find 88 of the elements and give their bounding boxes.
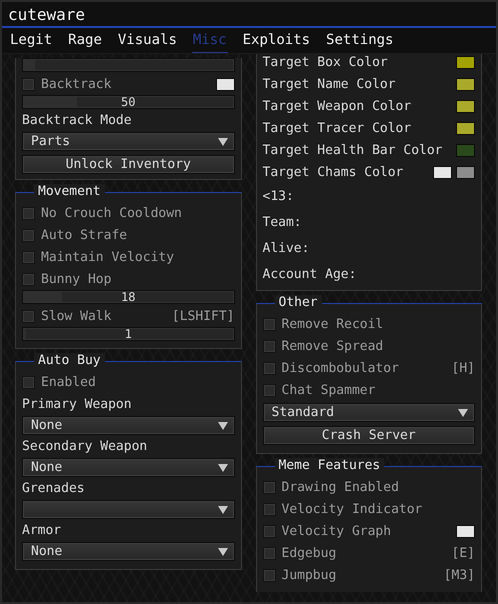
slider[interactable]: 50 xyxy=(22,95,234,109)
tab[interactable]: Settings xyxy=(325,28,394,53)
checkbox-label: Backtrack xyxy=(41,76,112,92)
dropdown[interactable] xyxy=(22,500,234,519)
caret-icon xyxy=(218,548,228,556)
hotkey-label: [H] xyxy=(452,360,475,376)
slider-value: 1 xyxy=(124,328,132,340)
window-title: cuteware xyxy=(8,4,86,24)
color-swatch[interactable] xyxy=(456,144,475,156)
hotkey-label: [E] xyxy=(452,546,475,560)
caret-icon xyxy=(218,506,228,514)
checkbox[interactable] xyxy=(22,272,35,286)
dropdown[interactable]: None xyxy=(22,458,234,477)
group-title: Auto Buy xyxy=(34,353,105,369)
checkbox[interactable] xyxy=(262,524,276,538)
checkbox[interactable] xyxy=(262,318,276,330)
color-swatch[interactable] xyxy=(456,56,475,68)
dropdown[interactable]: Parts xyxy=(22,132,234,151)
tab[interactable]: Visuals xyxy=(116,28,178,53)
caret-icon xyxy=(458,408,468,416)
checkbox[interactable] xyxy=(262,546,276,560)
tab[interactable]: Rage xyxy=(67,28,103,53)
checkbox-label: Chat Spammer xyxy=(282,382,376,398)
checkbox[interactable] xyxy=(262,384,276,396)
checkbox-label: Jumpbug xyxy=(282,568,336,582)
checkbox[interactable] xyxy=(22,250,35,264)
caret-icon xyxy=(218,138,228,146)
dropdown[interactable]: None xyxy=(22,542,234,561)
checkbox[interactable] xyxy=(262,340,276,352)
checkbox-label: Slow Walk xyxy=(41,308,112,324)
hotkey-label: [LSHIFT] xyxy=(172,308,234,324)
color-swatch[interactable] xyxy=(456,78,475,90)
checkbox[interactable] xyxy=(262,502,276,516)
checkbox[interactable] xyxy=(22,78,35,90)
action-button[interactable]: Unlock Inventory xyxy=(22,155,234,174)
tab[interactable]: Exploits xyxy=(242,28,312,53)
slider[interactable]: 1 xyxy=(22,327,234,341)
setting-label: Backtrack Mode xyxy=(22,113,132,128)
slider[interactable] xyxy=(22,58,234,72)
action-button[interactable]: Crash Server xyxy=(262,426,475,445)
tab[interactable]: Legit xyxy=(9,28,54,53)
color-swatch[interactable] xyxy=(456,122,475,134)
setting-label: Target Box Color xyxy=(262,54,388,70)
checkbox[interactable] xyxy=(22,206,35,220)
color-swatch[interactable] xyxy=(456,100,475,112)
info-label: Team: xyxy=(262,214,302,230)
checkbox-label: Bunny Hop xyxy=(41,272,112,286)
setting-label: Target Health Bar Color xyxy=(262,142,443,158)
checkbox-label: Remove Recoil xyxy=(282,316,384,332)
slider-value: 50 xyxy=(121,96,136,108)
setting-label: Target Chams Color xyxy=(262,164,404,180)
setting-label: Primary Weapon xyxy=(22,397,132,412)
color-swatch[interactable] xyxy=(456,524,475,538)
checkbox-label: Velocity Indicator xyxy=(282,502,422,516)
dropdown[interactable]: Standard xyxy=(262,403,475,422)
checkbox-label: Remove Spread xyxy=(282,338,384,354)
setting-label: Secondary Weapon xyxy=(22,439,148,454)
caret-icon xyxy=(218,464,228,472)
checkbox[interactable] xyxy=(22,310,35,322)
checkbox[interactable] xyxy=(262,362,276,374)
slider[interactable]: 18 xyxy=(22,290,234,304)
info-label: Account Age: xyxy=(262,266,356,282)
checkbox-label: Maintain Velocity xyxy=(41,250,174,264)
info-label: <13: xyxy=(262,188,294,204)
caret-icon xyxy=(218,422,228,430)
setting-label: Armor xyxy=(22,523,62,538)
setting-label: Target Name Color xyxy=(262,76,396,92)
setting-label: Grenades xyxy=(22,481,85,496)
checkbox-label: No Crouch Cooldown xyxy=(41,206,182,220)
color-swatch[interactable] xyxy=(433,166,452,178)
slider-value: 18 xyxy=(121,291,136,303)
checkbox-label: Enabled xyxy=(41,374,96,390)
checkbox[interactable] xyxy=(22,376,35,388)
checkbox-label: Velocity Graph xyxy=(282,524,392,538)
checkbox-label: Edgebug xyxy=(282,546,336,560)
setting-label: Target Weapon Color xyxy=(262,98,412,114)
color-swatch[interactable] xyxy=(216,78,234,90)
checkbox[interactable] xyxy=(262,480,276,494)
checkbox-label: Discombobulator xyxy=(282,360,399,376)
color-swatch[interactable] xyxy=(456,166,475,178)
checkbox-label: Auto Strafe xyxy=(41,228,128,242)
checkbox[interactable] xyxy=(22,228,35,242)
hotkey-label: [M3] xyxy=(444,568,475,582)
info-label: Alive: xyxy=(262,240,310,256)
dropdown[interactable]: None xyxy=(22,416,234,435)
setting-label: Target Tracer Color xyxy=(262,120,412,136)
checkbox-label: Drawing Enabled xyxy=(282,480,399,494)
checkbox[interactable] xyxy=(262,568,276,582)
